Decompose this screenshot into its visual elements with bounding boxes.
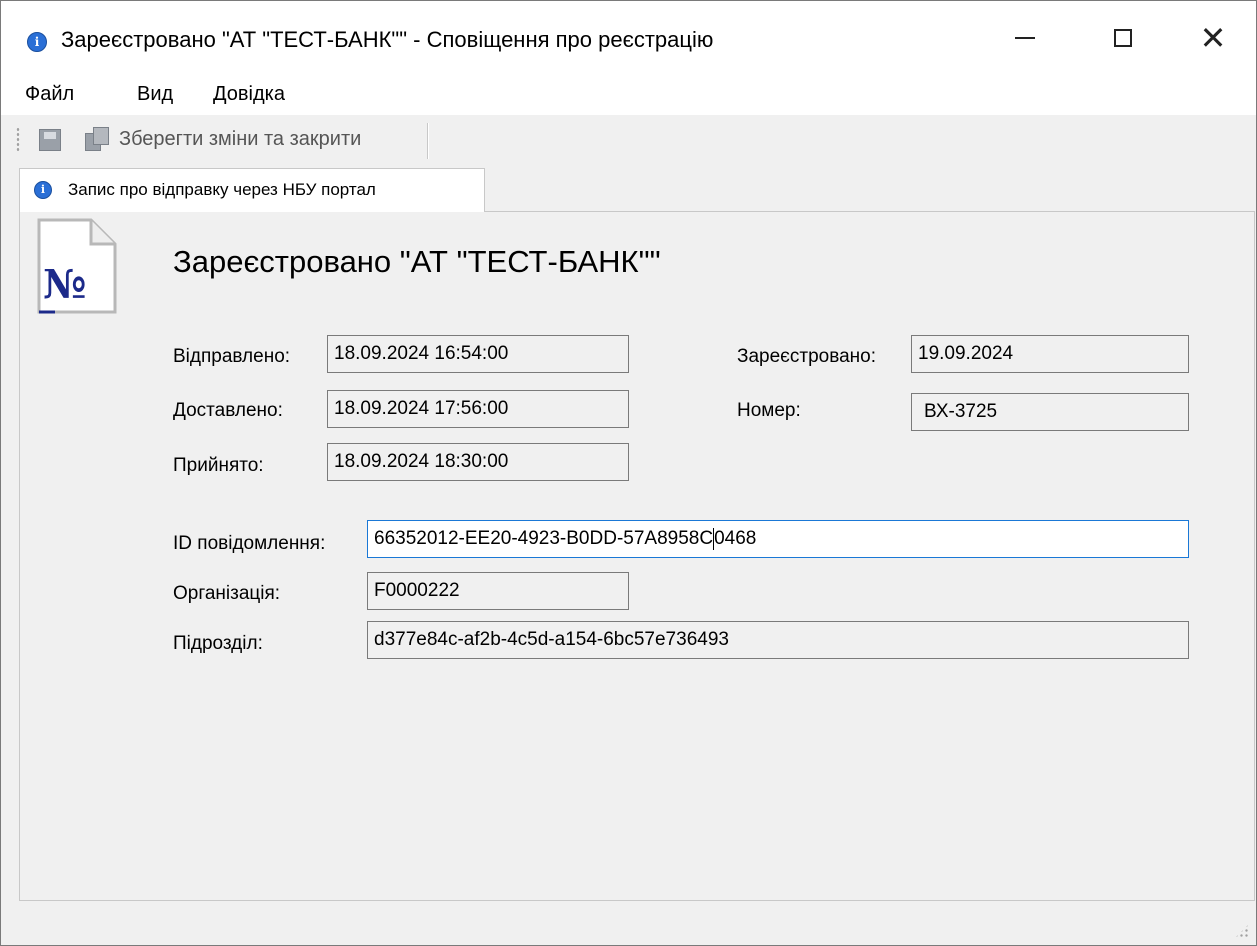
- registered-field[interactable]: 19.09.2024: [911, 335, 1189, 373]
- save-and-close-label[interactable]: Зберегти зміни та закрити: [119, 128, 361, 151]
- resize-grip[interactable]: [1234, 923, 1250, 939]
- floppy-disk-icon[interactable]: [39, 129, 61, 151]
- info-icon: i: [27, 32, 47, 52]
- toolbar: Зберегти зміни та закрити: [1, 115, 1256, 165]
- tab-label: Запис про відправку через НБУ портал: [68, 180, 376, 199]
- subdivision-label: Підрозділ:: [173, 633, 263, 654]
- delivered-label: Доставлено:: [173, 400, 283, 421]
- accepted-label: Прийнято:: [173, 455, 264, 476]
- organization-label: Організація:: [173, 583, 281, 604]
- menu-view[interactable]: Вид: [137, 83, 173, 106]
- organization-field[interactable]: F0000222: [367, 572, 629, 610]
- subdivision-field[interactable]: d377e84c-af2b-4c5d-a154-6bc57e736493: [367, 621, 1189, 659]
- close-button[interactable]: ✕: [1173, 11, 1253, 65]
- minimize-button[interactable]: [985, 11, 1065, 65]
- window-title: Зареєстровано "АТ "ТЕСТ-БАНК"" - Сповіще…: [61, 27, 714, 52]
- registered-label: Зареєстровано:: [737, 346, 876, 367]
- svg-text:№: №: [43, 261, 86, 308]
- delivered-field[interactable]: 18.09.2024 17:56:00: [327, 390, 629, 428]
- save-and-close-button[interactable]: [85, 127, 109, 151]
- info-icon: i: [34, 181, 52, 199]
- registration-notice-window: i Зареєстровано "АТ "ТЕСТ-БАНК"" - Спові…: [0, 0, 1257, 946]
- message-id-field[interactable]: 66352012-EE20-4923-B0DD-57A8958C0468: [367, 520, 1189, 558]
- accepted-field[interactable]: 18.09.2024 18:30:00: [327, 443, 629, 481]
- maximize-icon: [1114, 29, 1132, 47]
- sent-field[interactable]: 18.09.2024 16:54:00: [327, 335, 629, 373]
- document-number-icon: №: [37, 218, 117, 314]
- sent-label: Відправлено:: [173, 346, 291, 367]
- message-id-text-end: 0468: [714, 528, 757, 549]
- minimize-icon: [1015, 37, 1035, 39]
- menu-bar: Файл Вид Довідка: [1, 75, 1256, 115]
- close-icon: ✕: [1199, 19, 1227, 57]
- status-bar: [1, 901, 1256, 945]
- message-id-label: ID повідомлення:: [173, 533, 326, 554]
- menu-file[interactable]: Файл: [25, 83, 74, 106]
- number-label: Номер:: [737, 400, 801, 421]
- toolbar-grip[interactable]: [16, 127, 20, 153]
- title-bar[interactable]: i Зареєстровано "АТ "ТЕСТ-БАНК"" - Спові…: [1, 1, 1256, 75]
- maximize-button[interactable]: [1083, 11, 1163, 65]
- menu-help[interactable]: Довідка: [213, 83, 285, 106]
- toolbar-separator: [427, 123, 428, 159]
- tab-portal-record[interactable]: i Запис про відправку через НБУ портал: [19, 168, 485, 212]
- page-title: Зареєстровано "АТ "ТЕСТ-БАНК"": [173, 244, 661, 279]
- number-field[interactable]: ВХ-3725: [911, 393, 1189, 431]
- message-id-text-start: 66352012-EE20-4923-B0DD-57A8958C: [374, 528, 714, 549]
